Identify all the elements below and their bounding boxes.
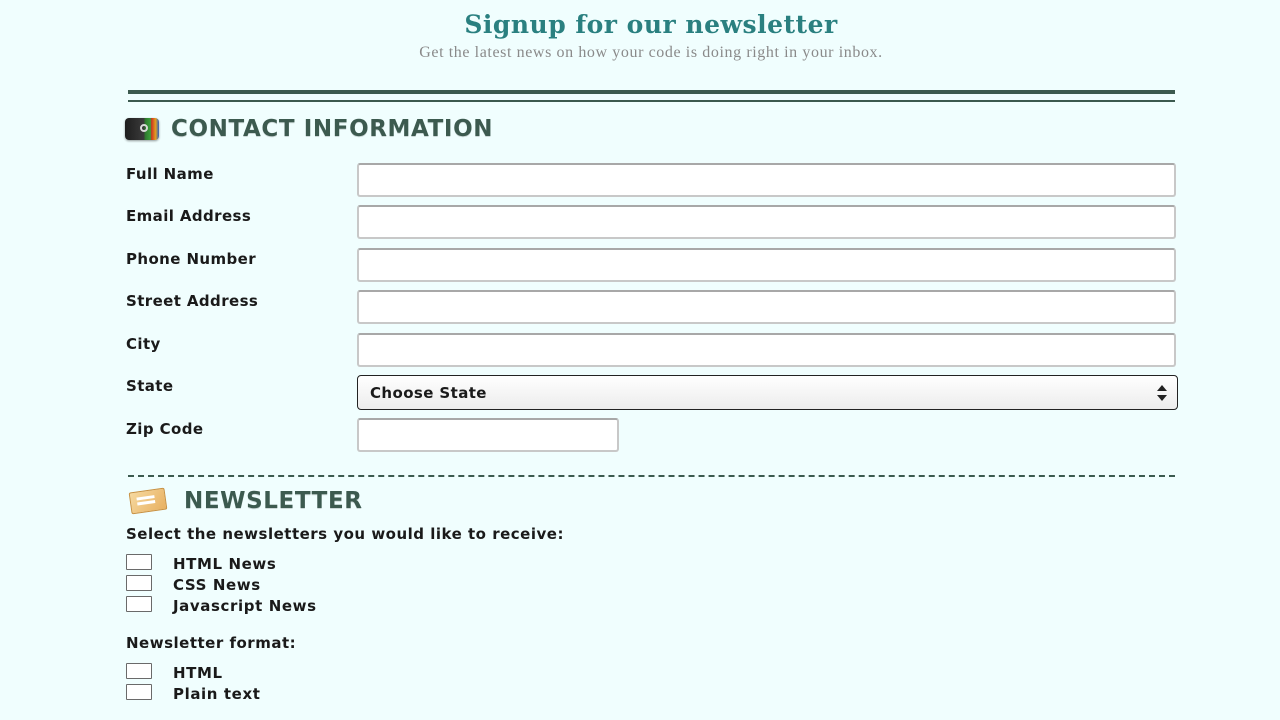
contact-section-heading: Contact Information: [125, 116, 493, 142]
section-divider-dashed: [128, 475, 1175, 477]
zip-code-label: Zip Code: [126, 420, 204, 438]
full-name-label: Full Name: [126, 165, 214, 183]
html-news-label: HTML News: [173, 555, 277, 573]
css-news-label: CSS News: [173, 576, 261, 594]
newsletter-format-prompt: Newsletter format:: [126, 634, 297, 652]
phone-number-input[interactable]: [357, 248, 1176, 282]
contact-section-title: Contact Information: [171, 116, 494, 142]
phone-number-label: Phone Number: [126, 250, 257, 268]
street-address-label: Street Address: [126, 292, 259, 310]
page-title: Signup for our newsletter: [464, 10, 838, 39]
format-plain-text-checkbox[interactable]: [126, 684, 152, 700]
email-address-label: Email Address: [126, 207, 252, 225]
newsletter-icon: [128, 487, 168, 515]
newsletter-section-title: Newsletter: [184, 488, 363, 514]
format-plain-text-label: Plain text: [173, 685, 261, 703]
newsletter-select-prompt: Select the newsletters you would like to…: [126, 525, 564, 543]
city-input[interactable]: [357, 333, 1176, 367]
page-subtitle: Get the latest news on how your code is …: [419, 44, 883, 61]
format-option-html: HTML: [126, 662, 222, 682]
state-label: State: [126, 377, 174, 395]
header-divider-thick: [128, 90, 1175, 94]
email-address-input[interactable]: [357, 205, 1176, 239]
contact-card-icon: [125, 118, 159, 140]
newsletter-signup-page: Signup for our newsletter Get the latest…: [0, 0, 1280, 720]
javascript-news-label: Javascript News: [173, 597, 317, 615]
full-name-input[interactable]: [357, 163, 1176, 197]
state-select-value: Choose State: [370, 383, 487, 402]
city-label: City: [126, 335, 161, 353]
select-arrows-icon: [1157, 385, 1167, 401]
street-address-input[interactable]: [357, 290, 1176, 324]
css-news-checkbox[interactable]: [126, 575, 152, 591]
newsletter-option-css: CSS News: [126, 574, 260, 594]
format-html-checkbox[interactable]: [126, 663, 152, 679]
zip-code-input[interactable]: [357, 418, 619, 452]
newsletter-option-html: HTML News: [126, 553, 276, 573]
newsletter-section-heading: Newsletter: [128, 487, 363, 515]
header-divider-thin: [128, 100, 1175, 102]
format-option-plain-text: Plain text: [126, 683, 260, 703]
state-select[interactable]: Choose State: [357, 375, 1178, 410]
format-html-label: HTML: [173, 664, 223, 682]
newsletter-option-javascript: Javascript News: [126, 595, 316, 615]
html-news-checkbox[interactable]: [126, 554, 152, 570]
javascript-news-checkbox[interactable]: [126, 596, 152, 612]
